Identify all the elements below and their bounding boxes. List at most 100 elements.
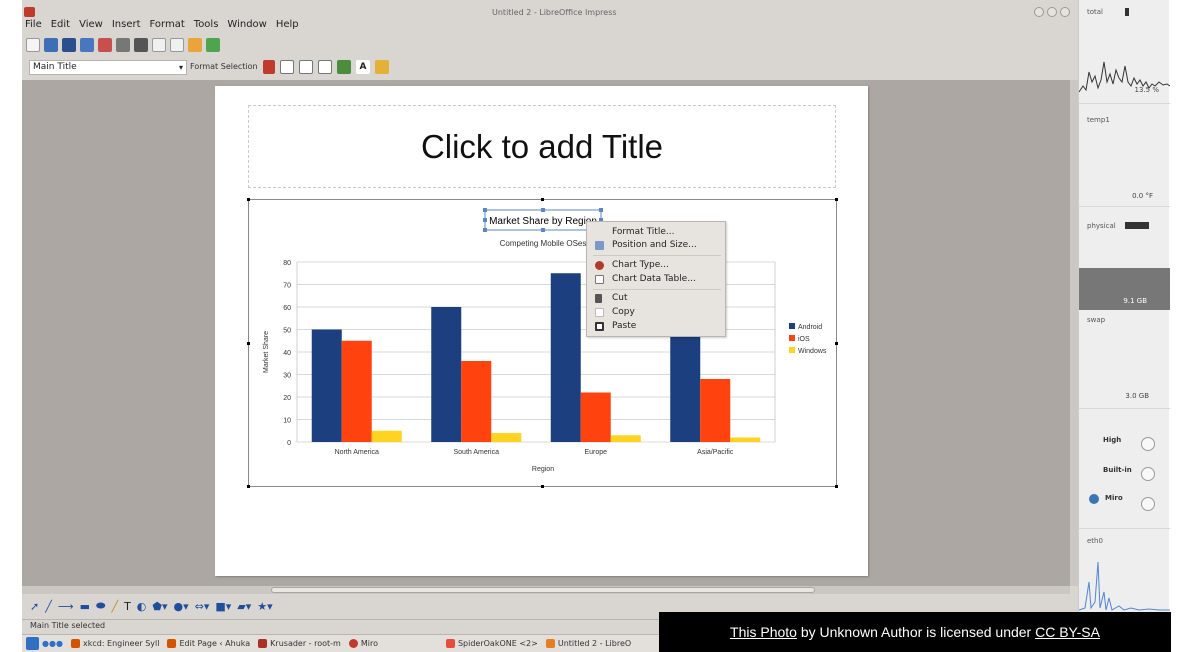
taskbar-item[interactable]: Miro [345,637,382,651]
taskbar-item[interactable]: xkcd: Engineer Syll [67,637,164,651]
bar-ios [580,392,611,442]
y-tick-label: 60 [283,305,291,312]
email-icon[interactable] [80,38,94,52]
new-document-icon[interactable] [26,38,40,52]
text-scale-icon[interactable]: A [356,60,370,74]
format-selection-button[interactable]: Format Selection [190,62,258,71]
taskbar-item[interactable]: Krusader - root-m [254,637,345,651]
spideroak-icon [445,639,455,648]
symbol-shapes-icon[interactable]: ●▾ [174,600,189,613]
menu-bar: File Edit View Insert Format Tools Windo… [22,19,299,35]
title-handle [541,208,545,212]
python-icon [1089,494,1099,504]
title-placeholder[interactable]: Click to add Title [248,105,836,188]
copy-toolbar-icon[interactable] [152,38,166,52]
close-icon[interactable] [1060,7,1070,17]
photo-link[interactable]: This Photo [730,624,797,640]
y-tick-label: 40 [283,350,291,357]
temp-value: 0.0 °F [1132,192,1153,200]
x-tick-label: Europe [584,449,607,456]
physical-memory-value: 9.1 GB [1123,297,1147,305]
menu-insert[interactable]: Insert [112,19,141,35]
rectangle-icon[interactable]: ▬ [80,600,90,613]
menu-item-paste[interactable]: Paste [587,320,727,333]
menu-format[interactable]: Format [150,19,185,35]
impress-icon [545,639,555,648]
miro-icon [348,639,358,648]
style-dropdown[interactable]: Main Title ▾ [29,60,187,75]
chart-object[interactable]: Market Share by Region Competing Mobile O… [247,198,838,488]
menu-item-cut[interactable]: Cut [587,292,727,305]
network-graph [1079,561,1170,611]
save-icon[interactable] [62,38,76,52]
photo-credit: This Photo by Unknown Author is licensed… [659,612,1171,652]
block-arrows-icon[interactable]: ⇔▾ [195,600,210,613]
menu-view[interactable]: View [79,19,103,35]
menu-edit[interactable]: Edit [51,19,70,35]
select-arrow-icon[interactable]: ➚ [30,600,39,613]
minimize-icon[interactable] [1034,7,1044,17]
chart-area-icon[interactable] [280,60,294,74]
menu-file[interactable]: File [25,19,42,35]
maximize-icon[interactable] [1047,7,1057,17]
kde-menu-button[interactable]: ●●● [22,637,67,651]
swap-label: swap [1087,316,1106,324]
horizontal-scrollbar[interactable] [22,586,1070,594]
taskbar-item[interactable]: Untitled 2 - LibreO [542,637,635,651]
export-pdf-icon[interactable] [98,38,112,52]
basic-shapes-icon[interactable]: ⬟▾ [152,600,167,613]
fontwork-icon[interactable]: ◐ [137,600,147,613]
menu-tools[interactable]: Tools [194,19,219,35]
menu-window[interactable]: Window [227,19,266,35]
cut-toolbar-icon[interactable] [134,38,148,52]
license-link[interactable]: CC BY-SA [1035,624,1100,640]
print-icon[interactable] [116,38,130,52]
menu-separator [593,289,721,290]
menu-item-position-size[interactable]: Position and Size... [587,239,727,252]
curve-icon[interactable]: ╱ [111,600,118,613]
volume-knob-icon[interactable] [1141,437,1155,451]
legend-label: Android [798,324,822,331]
menu-item-format-title[interactable]: Format Title... [587,226,727,239]
impress-app-icon[interactable] [24,7,35,17]
legend-label: Windows [798,348,827,355]
menu-separator [593,255,721,256]
chart-type-toolbar-icon[interactable] [263,60,275,74]
menu-help[interactable]: Help [276,19,299,35]
taskbar-item[interactable]: Edit Page ‹ Ahuka [163,637,254,651]
horizontal-grid-icon[interactable] [299,60,313,74]
text-tool-icon[interactable]: T [124,600,131,613]
autoformat-icon[interactable] [375,60,389,74]
open-icon[interactable] [44,38,58,52]
redo-icon[interactable] [206,38,220,52]
flowchart-icon[interactable]: ■▾ [215,600,231,613]
bar-ios [341,340,372,442]
paste-toolbar-icon[interactable] [170,38,184,52]
chart-format-icons: A [263,60,389,74]
x-tick-label: Asia/Pacific [697,449,734,456]
undo-icon[interactable] [188,38,202,52]
line-icon[interactable]: ╱ [45,600,52,613]
status-text: Main Title selected [30,621,106,630]
volume-knob-icon[interactable] [1141,497,1155,511]
taskbar-item[interactable]: SpiderOakONE <2> [442,637,542,651]
sound-miro-label: Miro [1105,494,1123,502]
menu-item-chart-data-table[interactable]: Chart Data Table... [587,273,727,286]
menu-item-chart-type[interactable]: Chart Type... [587,259,727,272]
stars-icon[interactable]: ★▾ [257,600,272,613]
y-tick-label: 0 [287,440,291,447]
legend-icon[interactable] [337,60,351,74]
context-menu: Format Title... Position and Size... Cha… [586,221,726,337]
horizontal-scroll-thumb[interactable] [271,587,815,593]
formatting-toolbar: Main Title ▾ Format Selection A [22,58,1078,78]
ellipse-icon[interactable]: ⬬ [96,599,105,613]
standard-toolbar [26,36,220,54]
vertical-scrollbar[interactable] [1070,80,1078,586]
volume-knob-icon[interactable] [1141,467,1155,481]
y-tick-label: 30 [283,373,291,380]
menu-item-copy[interactable]: Copy [587,306,727,319]
slide[interactable]: Click to add Title Market Share by Regio… [215,86,868,576]
callouts-icon[interactable]: ▰▾ [237,600,251,613]
line-arrow-icon[interactable]: ⟶ [58,600,74,613]
vertical-grid-icon[interactable] [318,60,332,74]
